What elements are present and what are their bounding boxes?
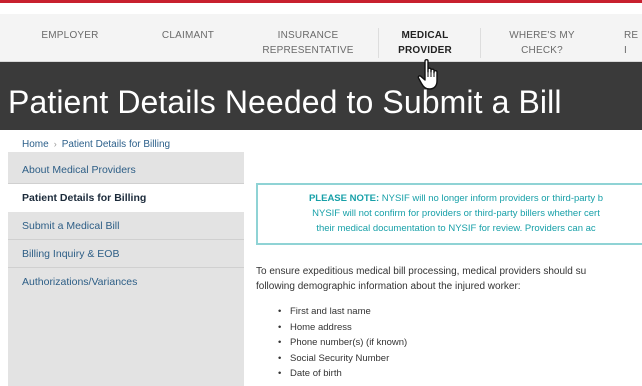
sidebar-item-billing-inquiry-eob[interactable]: Billing Inquiry & EOB [8,240,244,268]
page-title: Patient Details Needed to Submit a Bill [8,84,562,120]
list-item: First and last name [278,304,407,320]
note-line-2: NYSIF will not confirm for providers or … [312,208,600,219]
nav-item-re[interactable]: RE I [624,28,642,58]
nav-divider [378,28,379,58]
nav-item-medical-provider[interactable]: MEDICAL PROVIDER [388,28,462,58]
nav-item-label-line2: CHECK? [521,45,563,56]
top-navigation: EMPLOYER CLAIMANT INSURANCE REPRESENTATI… [0,14,642,62]
sidebar-item-authorizations-variances[interactable]: Authorizations/Variances [8,268,244,296]
nav-item-insurance-representative[interactable]: INSURANCE REPRESENTATIVE [256,28,360,58]
sidebar-item-about-medical-providers[interactable]: About Medical Providers [8,156,244,184]
sidebar: About Medical Providers Patient Details … [8,152,244,386]
hand-pointer-icon [417,58,438,90]
nav-item-label: INSURANCE [277,30,339,41]
nav-item-wheres-my-check[interactable]: WHERE'S MY CHECK? [500,28,584,58]
please-note-box: PLEASE NOTE: NYSIF will no longer inform… [256,183,642,245]
nav-item-label-line2: REPRESENTATIVE [262,45,354,56]
breadcrumb: Home › Patient Details for Billing [22,139,170,150]
nav-item-label-line2: PROVIDER [398,45,452,56]
nav-item-label-line2: I [624,45,627,56]
nav-item-label: CLAIMANT [161,30,215,41]
breadcrumb-home-link[interactable]: Home [22,139,49,150]
list-item: Home address [278,320,407,336]
page-banner: Patient Details Needed to Submit a Bill [0,62,642,130]
note-heading: PLEASE NOTE: [308,193,380,204]
nav-item-claimant[interactable]: CLAIMANT [158,28,218,43]
intro-paragraph: To ensure expeditious medical bill proce… [256,264,586,294]
intro-line-2: following demographic information about … [256,281,521,292]
nav-item-label: MEDICAL [401,30,449,41]
note-line-1: PLEASE NOTE: NYSIF will no longer inform… [258,185,642,206]
demographics-list: First and last name Home address Phone n… [278,304,407,382]
nav-item-label: WHERE'S MY [509,30,575,41]
nav-item-label: EMPLOYER [41,30,99,41]
intro-line-1: To ensure expeditious medical bill proce… [256,266,587,277]
breadcrumb-separator: › [53,139,57,149]
nav-item-employer[interactable]: EMPLOYER [40,28,100,43]
breadcrumb-current-link[interactable]: Patient Details for Billing [62,139,170,150]
note-line-3: their medical documentation to NYSIF for… [316,223,596,234]
list-item: Date of birth [278,366,407,382]
top-accent-bar [0,0,642,14]
nav-divider [480,28,481,58]
list-item: Social Security Number [278,351,407,367]
list-item: Phone number(s) (if known) [278,335,407,351]
nav-item-label: RE [624,30,639,41]
sidebar-item-submit-a-medical-bill[interactable]: Submit a Medical Bill [8,212,244,240]
note-line-1-text: NYSIF will no longer inform providers or… [379,193,604,204]
sidebar-item-patient-details-for-billing[interactable]: Patient Details for Billing [8,184,244,212]
